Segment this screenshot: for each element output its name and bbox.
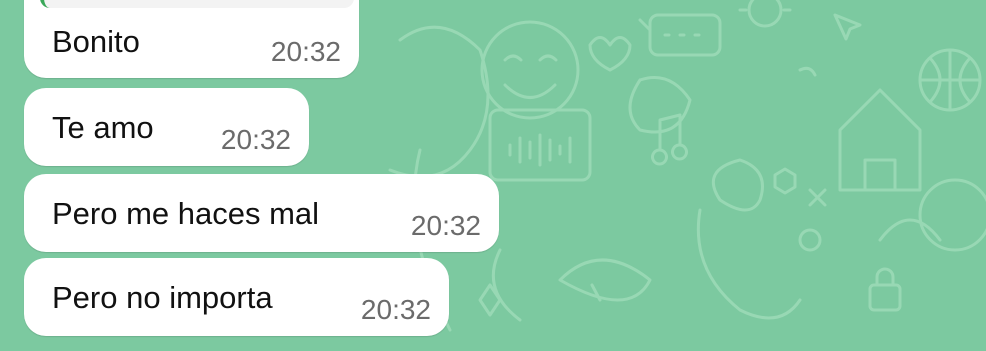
message-text: Pero no importa bbox=[52, 280, 273, 315]
cursor-doodle bbox=[833, 13, 862, 41]
quoted-reply-preview[interactable] bbox=[40, 0, 354, 8]
message-bubble[interactable]: Bonito 20:32 bbox=[24, 0, 359, 78]
message-text: Bonito bbox=[52, 24, 140, 59]
smiley-doodle bbox=[480, 20, 580, 120]
message-time: 20:32 bbox=[220, 124, 291, 155]
message-time: 20:32 bbox=[270, 36, 341, 67]
music-note-doodle bbox=[651, 113, 688, 166]
message-bubble[interactable]: Pero me haces mal 20:32 bbox=[24, 174, 499, 252]
house-doodle bbox=[838, 88, 922, 192]
message-time: 20:32 bbox=[410, 210, 481, 241]
sun-doodle bbox=[747, 0, 783, 28]
message-time: 20:32 bbox=[360, 294, 431, 325]
message-text: Te amo bbox=[52, 110, 154, 145]
lock-doodle bbox=[868, 283, 902, 312]
message-bubble[interactable]: Te amo 20:32 bbox=[24, 88, 309, 166]
message-bubble[interactable]: Pero no importa 20:32 bbox=[24, 258, 449, 336]
message-text: Pero me haces mal bbox=[52, 196, 320, 231]
